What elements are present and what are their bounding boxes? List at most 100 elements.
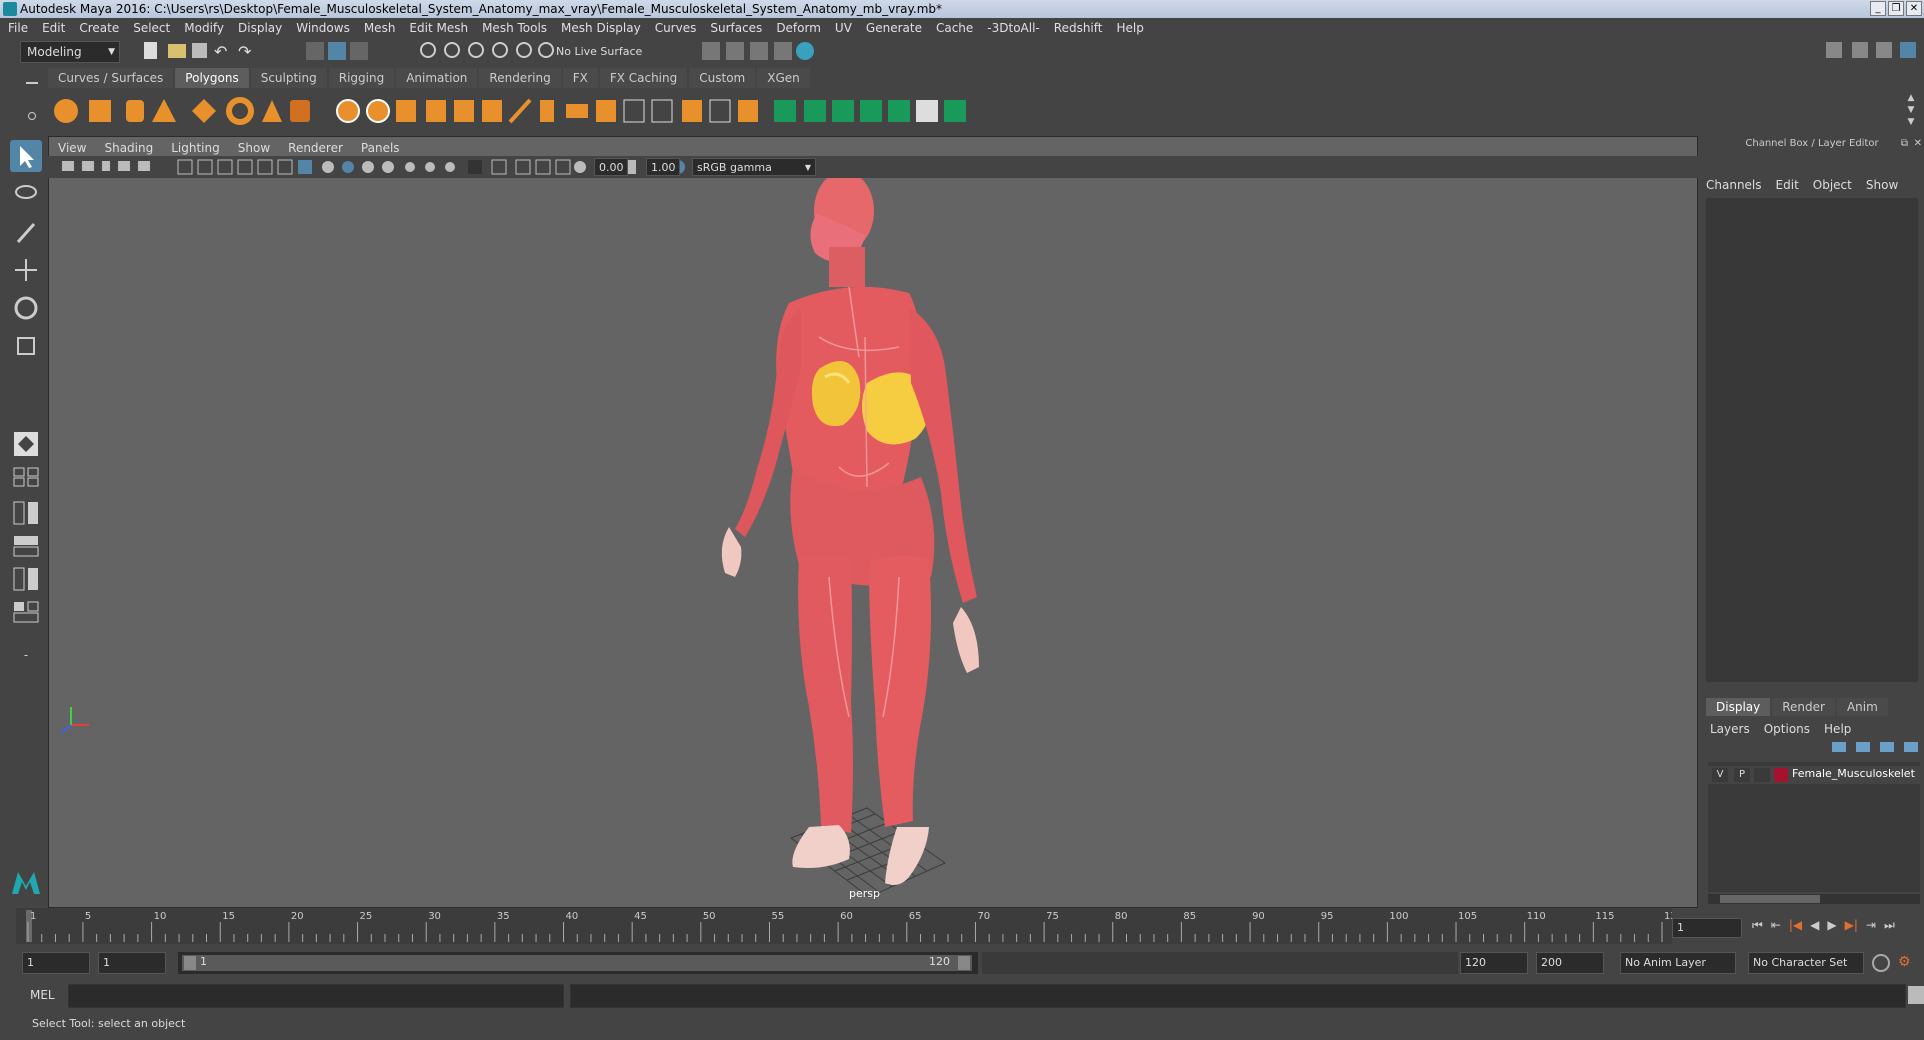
perspective-viewport[interactable]: persp [48, 136, 1698, 908]
current-frame-field[interactable]: 1 [1672, 918, 1742, 938]
viewport-menu-renderer[interactable]: Renderer [288, 138, 343, 158]
new-layer-icon[interactable] [1880, 742, 1894, 752]
menu-select[interactable]: Select [133, 21, 170, 35]
playback-start-field[interactable]: 1 [98, 952, 166, 974]
go-to-end-icon[interactable]: ⏭ [1884, 918, 1895, 933]
persp-outliner-layout-icon[interactable] [10, 500, 42, 526]
select-tool-icon[interactable] [10, 140, 42, 172]
menu-modify[interactable]: Modify [184, 21, 224, 35]
channel-box-menu-channels[interactable]: Channels [1706, 178, 1762, 192]
save-scene-icon[interactable] [192, 43, 207, 58]
menu-cache[interactable]: Cache [936, 21, 973, 35]
select-hierarchy-icon[interactable] [306, 42, 324, 60]
menu-mesh-display[interactable]: Mesh Display [561, 21, 641, 35]
shelf-tab-polygons[interactable]: Polygons [175, 68, 249, 88]
open-scene-icon[interactable] [168, 44, 186, 58]
menu-edit-mesh[interactable]: Edit Mesh [409, 21, 468, 35]
animation-start-field[interactable]: 1 [22, 952, 90, 974]
snap-surface-icon[interactable] [538, 42, 554, 58]
step-forward-key-icon[interactable]: ⇥ [1866, 918, 1876, 933]
layer-visibility-toggle[interactable]: V [1712, 768, 1728, 782]
play-backwards-icon[interactable]: ◀ [1810, 918, 1819, 933]
snap-view-plane-icon[interactable] [492, 42, 508, 58]
character-set-dropdown[interactable]: No Character Set [1748, 952, 1864, 974]
undo-icon[interactable]: ↶ [214, 42, 234, 62]
attribute-editor-icon[interactable] [1852, 42, 1868, 58]
menu-mesh[interactable]: Mesh [364, 21, 396, 35]
step-forward-frame-icon[interactable]: ▶| [1845, 918, 1858, 933]
menu-generate[interactable]: Generate [866, 21, 922, 35]
rotate-tool-icon[interactable] [10, 292, 42, 324]
menu-uv[interactable]: UV [835, 21, 852, 35]
menu-curves[interactable]: Curves [655, 21, 697, 35]
range-end-handle[interactable] [958, 956, 970, 970]
snap-grid-icon[interactable] [420, 42, 436, 58]
channel-box-toggle-icon[interactable] [1900, 42, 1916, 58]
four-view-layout-icon[interactable] [10, 466, 42, 488]
snap-curve-icon[interactable] [444, 42, 460, 58]
command-input[interactable] [68, 984, 564, 1008]
layer-menu-layers[interactable]: Layers [1710, 722, 1750, 736]
tool-settings-icon[interactable] [1876, 42, 1892, 58]
step-back-key-icon[interactable]: ⇤ [1771, 918, 1781, 933]
layer-tab-anim[interactable]: Anim [1836, 698, 1888, 716]
shelf-tab-rigging[interactable]: Rigging [328, 68, 395, 88]
layer-tab-display[interactable]: Display [1706, 698, 1771, 716]
render-view-icon[interactable] [702, 42, 720, 60]
channel-box-menu-object[interactable]: Object [1813, 178, 1852, 192]
layout-options-icon[interactable]: - [10, 646, 42, 664]
float-panel-icon[interactable]: ⧉ [1901, 138, 1908, 149]
menu-3dtoall[interactable]: -3DtoAll- [987, 21, 1039, 35]
range-start-handle[interactable] [184, 956, 196, 970]
render-current-icon[interactable] [726, 42, 744, 60]
shelf-menu[interactable] [22, 74, 42, 130]
scrollbar-thumb[interactable] [1720, 895, 1820, 903]
select-object-icon[interactable] [328, 42, 346, 60]
modeling-toolkit-icon[interactable] [1826, 42, 1842, 58]
shelf-tab-sculpting[interactable]: Sculpting [250, 68, 327, 88]
gamma-field[interactable]: 1.00 [646, 158, 680, 176]
script-editor-icon[interactable] [1908, 986, 1924, 1004]
viewport-menu-lighting[interactable]: Lighting [171, 138, 220, 158]
layer-tab-render[interactable]: Render [1772, 698, 1835, 716]
move-layer-down-icon[interactable] [1856, 742, 1870, 752]
menu-file[interactable]: File [8, 21, 28, 35]
new-scene-icon[interactable] [144, 42, 157, 59]
shelf-tab-custom[interactable]: Custom [689, 68, 756, 88]
snap-live-icon[interactable] [516, 42, 532, 58]
shelf-tab-animation[interactable]: Animation [396, 68, 478, 88]
mode-selector[interactable]: Modeling ▼ [20, 41, 120, 63]
layer-row[interactable]: V P Female_Musculoskelet [1708, 766, 1920, 784]
viewport-menu-panels[interactable]: Panels [361, 138, 400, 158]
lasso-tool-icon[interactable] [10, 178, 42, 210]
color-space-dropdown[interactable]: sRGB gamma ▼ [692, 158, 816, 176]
menu-surfaces[interactable]: Surfaces [710, 21, 762, 35]
menu-mesh-tools[interactable]: Mesh Tools [482, 21, 547, 35]
menu-windows[interactable]: Windows [296, 21, 350, 35]
layer-horizontal-scrollbar[interactable] [1708, 894, 1920, 904]
shelf-tab-curves-surfaces[interactable]: Curves / Surfaces [48, 68, 174, 88]
animation-preferences-icon[interactable]: ⚙ [1898, 954, 1916, 972]
paint-select-tool-icon[interactable] [10, 216, 42, 248]
menu-edit[interactable]: Edit [42, 21, 65, 35]
shelf-scroll[interactable]: ▲ ▼ ▼ [1904, 92, 1918, 128]
live-surface-field[interactable]: No Live Surface [556, 42, 642, 62]
go-to-start-icon[interactable]: ⏮ [1752, 918, 1763, 933]
minimize-icon[interactable]: _ [1870, 1, 1886, 16]
layer-type-toggle[interactable] [1754, 768, 1770, 782]
command-language-label[interactable]: MEL [30, 988, 55, 1002]
menu-help[interactable]: Help [1116, 21, 1143, 35]
close-panel-icon[interactable]: ✕ [1914, 138, 1922, 149]
viewport-menu-view[interactable]: View [58, 138, 86, 158]
menu-create[interactable]: Create [79, 21, 119, 35]
shelf-tab-xgen[interactable]: XGen [757, 68, 810, 88]
shelf-tab-fx[interactable]: FX [562, 68, 598, 88]
single-perspective-view-icon[interactable] [10, 428, 42, 460]
layer-menu-options[interactable]: Options [1764, 722, 1810, 736]
shelf-tab-fx-caching[interactable]: FX Caching [599, 68, 688, 88]
playback-end-field[interactable]: 120 [1460, 952, 1528, 974]
auto-key-icon[interactable] [1872, 954, 1890, 972]
maximize-icon[interactable]: ❐ [1888, 1, 1904, 16]
menu-deform[interactable]: Deform [776, 21, 821, 35]
close-icon[interactable]: ✕ [1906, 1, 1922, 16]
